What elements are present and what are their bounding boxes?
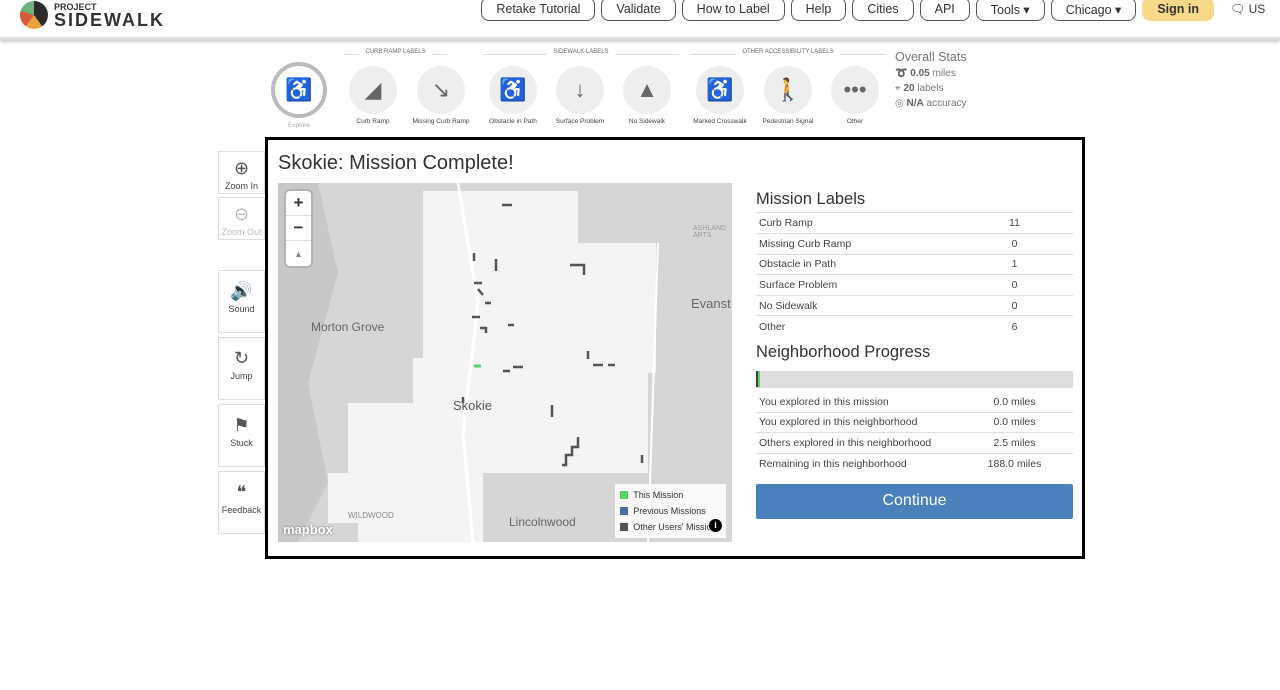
table-row: Curb Ramp 11 (756, 213, 1073, 235)
language-selector[interactable]: 🗨 US (1230, 2, 1280, 16)
marked-crosswalk-button[interactable]: ♿ Marked Crosswalk (685, 66, 755, 125)
sound-button[interactable]: 🔊 Sound (218, 270, 265, 333)
miles-value: 0.05 (910, 68, 930, 79)
explore-button[interactable]: ♿ Explore (264, 62, 334, 129)
map-place-label: Lincolnwood (509, 515, 576, 529)
table-row: You explored in this neighborhood 0.0 mil… (756, 412, 1073, 434)
curb-ramp-button[interactable]: ◢ Curb Ramp (338, 66, 408, 125)
no-sidewalk-icon: ▲ (623, 66, 671, 114)
pedestrian-signal-button[interactable]: 🚶 Pedestrian Signal (753, 66, 823, 125)
map-place-label: Skokie (453, 398, 493, 413)
accuracy-value: N/A (906, 98, 924, 109)
zoom-in-icon: ⊕ (233, 158, 250, 178)
overall-stats: Overall Stats ➰ 0.05 miles ⌖ 20 labels ◎… (895, 50, 967, 109)
legend-item: Previous Missions (620, 503, 721, 519)
no-sidewalk-button[interactable]: ▲ No Sidewalk (612, 66, 682, 125)
curb-ramp-group-heading: CURB RAMP LABELS (344, 49, 447, 55)
labels-unit: labels (917, 83, 944, 94)
zoom-in-button[interactable]: ⊕ Zoom In (218, 151, 265, 194)
missing-curb-ramp-button[interactable]: ↘ Missing Curb Ramp (406, 66, 476, 125)
cities-button[interactable]: Cities (852, 0, 914, 21)
jump-button[interactable]: ↻ Jump (218, 337, 265, 400)
label-toolbar: CURB RAMP LABELS SIDEWALK LABELS OTHER A… (268, 46, 888, 131)
missing-curb-ramp-icon: ↘ (417, 66, 465, 114)
obstacle-icon: ♿ (489, 66, 537, 114)
jump-icon: ↻ (233, 348, 250, 368)
table-row: Surface Problem 0 (756, 274, 1073, 296)
distance-icon: ➰ (895, 68, 908, 79)
language-code: US (1248, 2, 1266, 16)
translate-icon: 🗨 (1230, 2, 1246, 16)
mission-summary: Mission Labels Curb Ramp 11 Missing Curb … (756, 190, 1073, 519)
legend-item: Other Users' Missions (620, 519, 721, 535)
table-row: No Sidewalk 0 (756, 295, 1073, 317)
zoom-out-button[interactable]: ⊖ Zoom Out (218, 197, 265, 240)
tools-dropdown[interactable]: Tools ▾ (975, 0, 1045, 21)
table-row: Others explored in this neighborhood 2.5 … (756, 432, 1073, 454)
more-icon: ••• (831, 66, 879, 114)
map-legend: This Mission Previous Missions Other Use… (615, 484, 726, 538)
accuracy-unit: accuracy (926, 98, 967, 109)
neighborhood-progress-bar (756, 370, 1073, 388)
map-zoom-controls: + − ▲ (286, 191, 311, 266)
stuck-icon: ⚑ (233, 415, 250, 435)
compass-button[interactable]: ▲ (286, 241, 311, 266)
map-zoom-out-button[interactable]: − (286, 216, 311, 241)
overall-stats-title: Overall Stats (895, 50, 967, 64)
mission-labels-title: Mission Labels (756, 190, 1073, 213)
table-row: Other 6 (759, 320, 1018, 333)
progress-fill (756, 370, 761, 387)
labels-value: 20 (903, 83, 915, 94)
miles-unit: miles (932, 68, 956, 79)
modal-title: Skokie: Mission Complete! (278, 152, 514, 174)
surface-problem-icon: ↓ (556, 66, 604, 114)
labels-icon: ⌖ (895, 83, 901, 94)
sidewalk-group-heading: SIDEWALK LABELS (483, 49, 679, 55)
accuracy-icon: ◎ (895, 98, 904, 109)
map-zoom-in-button[interactable]: + (286, 191, 311, 216)
sound-icon: 🔊 (230, 281, 253, 301)
mapbox-logo[interactable]: mapbox (283, 522, 333, 537)
logo-big-text: SIDEWALK (54, 10, 166, 30)
map-place-label: ASHLAND ARTS (693, 225, 727, 239)
project-sidewalk-logo[interactable]: PROJECT SIDEWALK (20, 1, 165, 29)
stuck-button[interactable]: ⚑ Stuck (218, 404, 265, 467)
obstacle-button[interactable]: ♿ Obstacle in Path (478, 66, 548, 125)
progress-table: You explored in this mission 0.0 miles Yo… (756, 391, 1073, 474)
explore-icon: ♿ (271, 62, 327, 118)
retake-tutorial-button[interactable]: Retake Tutorial (481, 0, 596, 21)
table-row: You explored in this mission 0.0 miles (756, 391, 1073, 413)
progress-title: Neighborhood Progress (756, 342, 931, 361)
mission-complete-modal: Skokie: Mission Complete! + − ▲ Morton G… (265, 137, 1085, 559)
logo-icon (20, 1, 48, 29)
how-to-label-button[interactable]: How to Label (681, 0, 785, 21)
map-place-label: WILDWOOD (348, 511, 394, 520)
table-row: Missing Curb Ramp 0 (756, 233, 1073, 255)
city-dropdown[interactable]: Chicago ▾ (1050, 0, 1137, 21)
map-place-label: Morton Grove (311, 320, 385, 334)
continue-button[interactable]: Continue (756, 483, 1073, 519)
other-group-heading: OTHER ACCESSIBILITY LABELS (690, 49, 886, 55)
curb-ramp-icon: ◢ (349, 66, 397, 114)
surface-problem-button[interactable]: ↓ Surface Problem (545, 66, 615, 125)
api-button[interactable]: API (919, 0, 970, 21)
crosswalk-icon: ♿ (696, 66, 744, 114)
help-button[interactable]: Help (790, 0, 847, 21)
zoom-out-icon: ⊖ (233, 204, 250, 224)
mission-map[interactable]: + − ▲ Morton Grove Skokie Evanst Lincoln… (278, 183, 732, 542)
legend-item: This Mission (620, 487, 721, 503)
pedestrian-signal-icon: 🚶 (764, 66, 812, 114)
table-row: Remaining in this neighborhood 188.0 mile… (759, 457, 1042, 470)
feedback-button[interactable]: ❝ Feedback (218, 471, 265, 534)
other-button[interactable]: ••• Other (820, 66, 890, 125)
feedback-icon: ❝ (236, 482, 247, 502)
sign-in-button[interactable]: Sign in (1142, 0, 1214, 21)
top-navbar: PROJECT SIDEWALK Retake Tutorial Validate… (0, 0, 1280, 40)
validate-button[interactable]: Validate (601, 0, 676, 21)
info-icon[interactable]: i (709, 519, 722, 532)
map-place-label: Evanst (691, 296, 731, 311)
table-row: Obstacle in Path 1 (756, 254, 1073, 276)
mission-labels-table: Curb Ramp 11 Missing Curb Ramp 0 Obstacle … (756, 213, 1073, 337)
